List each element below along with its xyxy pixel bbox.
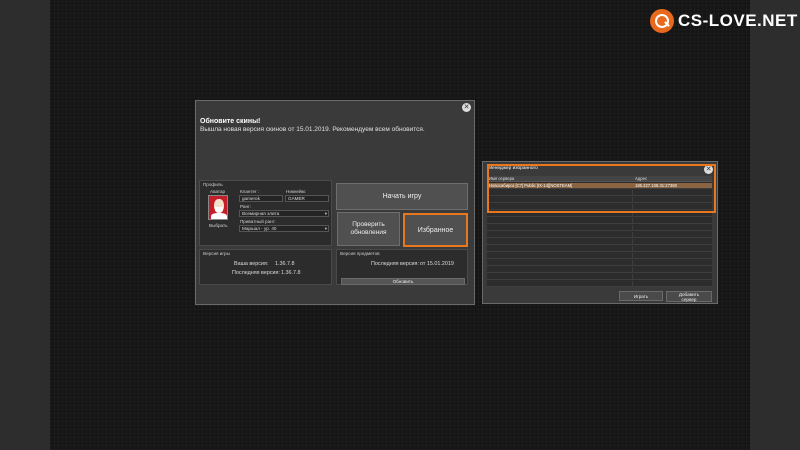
column-server-name: Имя сервера [489, 176, 515, 181]
items-version-panel: Версия предметов Последняя версия: от 15… [336, 249, 468, 285]
favorites-button[interactable]: Избранное [403, 213, 468, 247]
server-table-header: Имя сервера Адрес [487, 176, 712, 182]
rank-value: Всемирная элита [242, 211, 280, 216]
server-table: Имя сервера Адрес Новосибирск [C7] Publi… [487, 176, 712, 287]
items-latest-value: от 15.01.2019 [420, 261, 454, 267]
avatar-label: Аватар [210, 189, 226, 194]
your-version-value: 1.36.7.8 [275, 261, 295, 267]
close-icon[interactable]: ✕ [704, 165, 713, 174]
clantag-label: Клантег : [240, 189, 260, 194]
site-logo: CS-LOVE.NET [650, 6, 800, 36]
empty-row [487, 232, 712, 238]
empty-row [487, 225, 712, 231]
play-server-button[interactable]: Играть [619, 291, 663, 301]
nickname-field[interactable]: GAMER [285, 195, 329, 202]
crosshair-logo-icon [650, 9, 674, 33]
update-items-button[interactable]: Обновить [341, 278, 465, 285]
clantag-field[interactable]: gamerok [239, 195, 283, 202]
private-rank-value: Маршал - ур. 40 [242, 226, 277, 231]
empty-row [487, 239, 712, 245]
profile-section-label: Профиль [203, 182, 223, 187]
empty-row [487, 204, 712, 210]
avatar[interactable] [208, 195, 228, 220]
game-version-panel: Версия игры Ваша версия: 1.36.7.8 Послед… [199, 249, 332, 285]
favorites-manager-window: Менеджер избранного ✕ Имя сервера Адрес … [482, 161, 718, 304]
empty-row [487, 260, 712, 266]
chevron-down-icon: ▾ [324, 226, 327, 231]
nickname-value: GAMER [288, 196, 305, 201]
left-side-panel [0, 0, 50, 450]
nickname-label: Никнейм: [286, 189, 306, 194]
check-updates-button[interactable]: Проверить обновления [337, 212, 400, 246]
rank-select[interactable]: Всемирная элита ▾ [239, 210, 329, 217]
column-address: Адрес [635, 176, 647, 181]
close-icon[interactable]: ✕ [462, 103, 471, 112]
empty-row [487, 274, 712, 280]
notice-text: Вышла новая версия скинов от 15.01.2019.… [200, 126, 425, 133]
chevron-down-icon: ▾ [324, 211, 327, 216]
clantag-value: gamerok [242, 196, 260, 201]
server-address: 185.227.108.31:27380 [635, 183, 677, 188]
items-version-label: Версия предметов [340, 251, 380, 256]
choose-avatar-button[interactable]: Выбрать [209, 223, 228, 228]
play-button[interactable]: Начать игру [336, 183, 468, 210]
check-updates-line-2: обновления [350, 229, 387, 236]
right-side-panel [750, 0, 800, 450]
empty-row [487, 211, 712, 217]
avatar-beard [215, 207, 223, 213]
your-version-label: Ваша версия: [234, 261, 269, 267]
empty-row [487, 218, 712, 224]
logo-text: CS-LOVE.NET [678, 11, 798, 30]
launcher-window: ✕ Обновите скины! Вышла новая версия ски… [195, 100, 475, 305]
items-latest-label: Последняя версия: [371, 261, 419, 267]
latest-version-value: 1.36.7.8 [281, 270, 301, 276]
server-name: Новосибирск [C7] Public [IX-14][NOSTEAM] [489, 183, 573, 188]
empty-row [487, 190, 712, 196]
latest-version-label: Последняя версия: [232, 270, 280, 276]
add-server-line-2: сервер [681, 296, 697, 302]
profile-panel: Профиль Аватар Выбрать Клантег : gamerok… [199, 180, 332, 246]
empty-row [487, 253, 712, 259]
notice-title: Обновите скины! [200, 118, 261, 125]
empty-row [487, 197, 712, 203]
private-rank-select[interactable]: Маршал - ур. 40 ▾ [239, 225, 329, 232]
game-version-label: Версия игры [203, 251, 230, 256]
avatar-body [211, 213, 227, 219]
empty-row [487, 281, 712, 287]
empty-row [487, 246, 712, 252]
rank-label: Ранг: [240, 204, 251, 209]
check-updates-line-1: Проверить [352, 221, 385, 228]
empty-row [487, 267, 712, 273]
table-row[interactable]: Новосибирск [C7] Public [IX-14][NOSTEAM]… [487, 183, 712, 189]
add-server-button[interactable]: Добавить сервер [666, 291, 712, 302]
favorites-manager-title: Менеджер избранного [488, 166, 538, 171]
private-rank-label: Приватный ранг: [240, 219, 276, 224]
